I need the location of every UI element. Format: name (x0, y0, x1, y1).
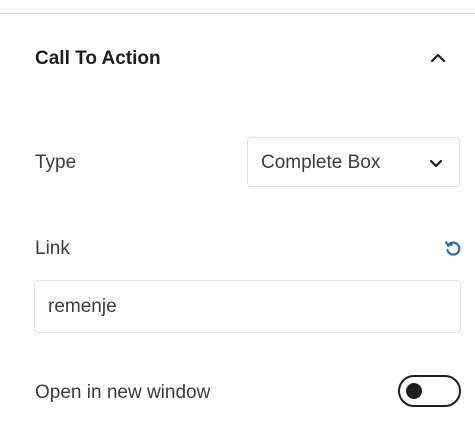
call-to-action-panel: Call To Action Type Complete Box Link Op… (0, 0, 475, 427)
chevron-up-icon[interactable] (430, 50, 446, 66)
open-in-new-window-label: Open in new window (35, 382, 211, 403)
type-select[interactable]: Complete Box (247, 137, 460, 187)
link-label: Link (35, 238, 70, 259)
type-label: Type (35, 152, 77, 173)
toggle-knob (406, 383, 422, 399)
type-select-value: Complete Box (261, 152, 381, 173)
link-input[interactable] (34, 280, 461, 333)
reset-icon[interactable] (444, 239, 462, 257)
section-title: Call To Action (35, 48, 161, 69)
section-header-toggle[interactable]: Call To Action (0, 14, 475, 104)
chevron-down-icon (429, 159, 443, 168)
open-in-new-window-toggle[interactable] (398, 375, 461, 407)
